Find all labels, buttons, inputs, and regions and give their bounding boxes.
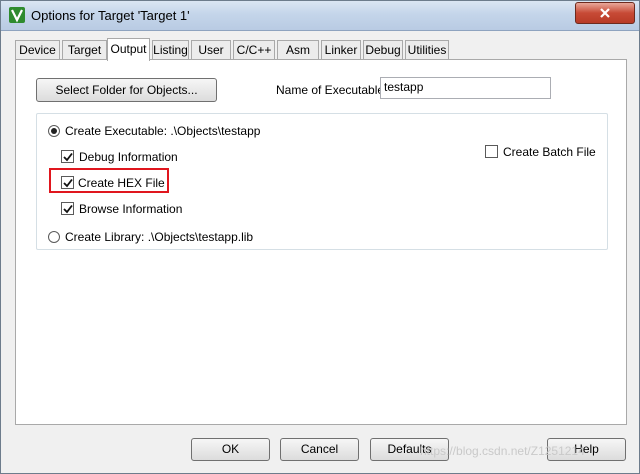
debug-information-label: Debug Information <box>79 150 178 164</box>
name-of-executable-label: Name of Executable: <box>276 83 388 97</box>
tab-device[interactable]: Device <box>15 40 60 59</box>
tab-output[interactable]: Output <box>107 38 150 61</box>
close-button[interactable] <box>575 2 635 24</box>
create-batch-file-checkbox[interactable] <box>485 145 498 158</box>
checkmark-icon <box>63 152 73 162</box>
close-icon <box>600 8 610 18</box>
debug-information-checkbox[interactable] <box>61 150 74 163</box>
tab-target[interactable]: Target <box>62 40 107 59</box>
create-library-label: Create Library: .\Objects\testapp.lib <box>65 230 254 244</box>
tab-user[interactable]: User <box>191 40 231 59</box>
radio-selected-dot <box>51 128 57 134</box>
tab-utilities[interactable]: Utilities <box>405 40 449 59</box>
tab-listing[interactable]: Listing <box>152 40 189 59</box>
select-folder-button[interactable]: Select Folder for Objects... <box>36 78 217 102</box>
executable-name-input[interactable]: testapp <box>380 77 551 99</box>
tab-asm[interactable]: Asm <box>277 40 319 59</box>
checkmark-icon <box>63 204 73 214</box>
options-dialog: Options for Target 'Target 1' Device Tar… <box>0 0 640 474</box>
window-title: Options for Target 'Target 1' <box>31 8 190 23</box>
tab-linker[interactable]: Linker <box>321 40 361 59</box>
create-library-radio[interactable] <box>48 231 60 243</box>
watermark-text: https://blog.csdn.net/Z1251214 <box>420 444 585 458</box>
keil-app-icon <box>9 7 25 23</box>
tab-debug[interactable]: Debug <box>363 40 403 59</box>
create-executable-radio[interactable] <box>48 125 60 137</box>
title-bar[interactable]: Options for Target 'Target 1' <box>1 1 639 31</box>
browse-information-label: Browse Information <box>79 202 183 216</box>
cancel-button[interactable]: Cancel <box>280 438 359 461</box>
create-batch-file-label: Create Batch File <box>503 145 596 159</box>
tab-cpp[interactable]: C/C++ <box>233 40 275 59</box>
browse-information-checkbox[interactable] <box>61 202 74 215</box>
hex-highlight-box <box>49 168 169 193</box>
ok-button[interactable]: OK <box>191 438 270 461</box>
create-executable-label: Create Executable: .\Objects\testapp <box>65 124 261 138</box>
select-folder-label: Select Folder for Objects... <box>55 83 198 97</box>
output-tab-panel: Select Folder for Objects... Name of Exe… <box>15 59 627 425</box>
